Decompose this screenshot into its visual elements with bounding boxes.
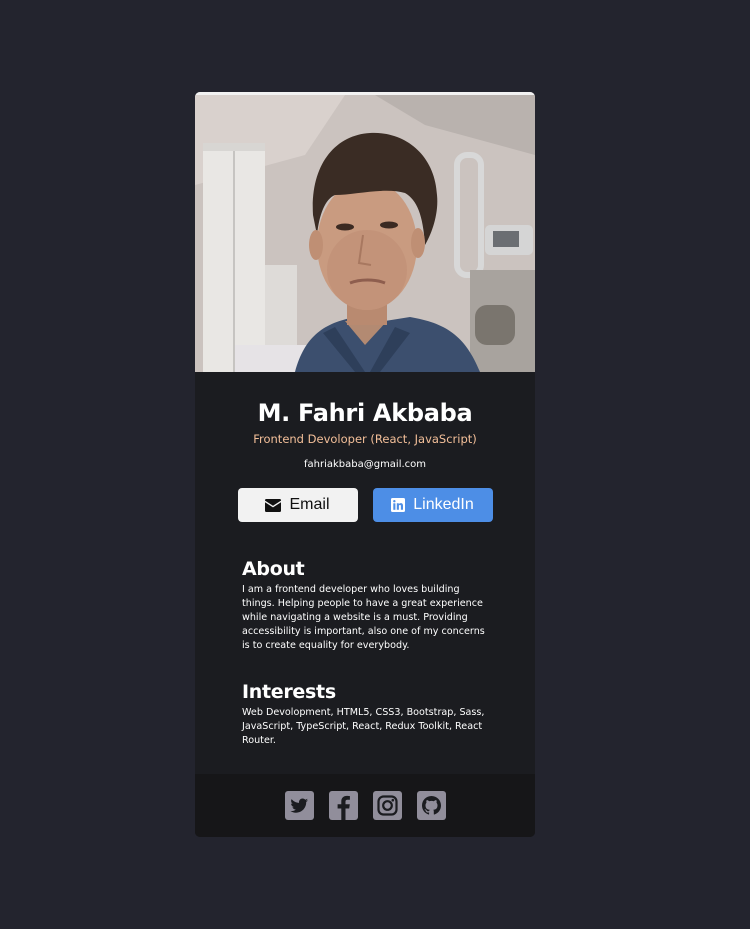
- interests-text: Web Devolopment, HTML5, CSS3, Bootstrap,…: [242, 707, 485, 746]
- envelope-icon: [265, 498, 282, 512]
- profile-role: Frontend Devoloper (React, JavaScript): [253, 432, 477, 446]
- interests-section: Interests Web Devolopment, HTML5, CSS3, …: [195, 680, 535, 748]
- about-text: I am a frontend developer who loves buil…: [242, 584, 485, 651]
- profile-card: M. Fahri Akbaba Frontend Devoloper (Reac…: [195, 92, 535, 837]
- interests-heading: Interests: [242, 681, 336, 703]
- linkedin-button[interactable]: LinkedIn: [372, 488, 493, 522]
- email-button[interactable]: Email: [237, 488, 358, 522]
- about-section: About I am a frontend developer who love…: [195, 557, 535, 653]
- github-icon[interactable]: [416, 791, 446, 820]
- twitter-icon[interactable]: [284, 791, 314, 820]
- facebook-icon[interactable]: [328, 791, 358, 820]
- profile-photo: [195, 92, 535, 372]
- about-heading: About: [242, 558, 305, 580]
- instagram-icon[interactable]: [372, 791, 402, 820]
- profile-email: fahriakbaba@gmail.com: [303, 459, 427, 470]
- profile-name: M. Fahri Akbaba: [257, 399, 473, 427]
- social-footer: [195, 774, 535, 837]
- linkedin-icon: [391, 498, 406, 512]
- email-button-label: Email: [289, 496, 330, 513]
- linkedin-button-label: LinkedIn: [413, 496, 474, 513]
